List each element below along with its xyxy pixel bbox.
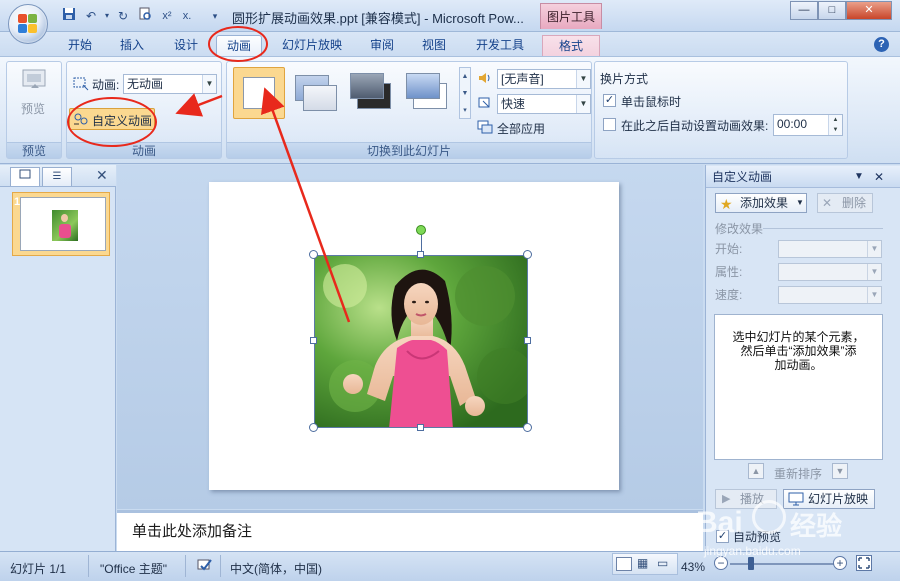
annotation-overlay bbox=[67, 26, 351, 323]
office-logo-icon bbox=[18, 14, 38, 34]
annotation-arrow-to-custom-animation bbox=[175, 93, 223, 117]
annotation-circle-custom-animation bbox=[67, 97, 157, 147]
annotation-arrow-to-transition bbox=[261, 87, 351, 323]
office-button[interactable] bbox=[8, 4, 48, 44]
annotation-circle-animations-tab bbox=[208, 26, 268, 62]
